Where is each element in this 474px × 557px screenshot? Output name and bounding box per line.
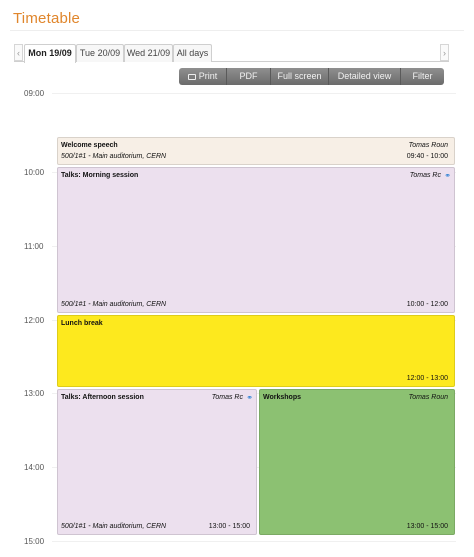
entry-time: 09:40 - 10:00 (406, 153, 448, 160)
print-label: Print (198, 71, 218, 81)
timetable-toolbar: Print PDF Full screen Detailed view Filt… (179, 68, 444, 85)
tab-all-days[interactable]: All days (173, 44, 212, 62)
tab-mon-19-09[interactable]: Mon 19/09 (24, 44, 76, 63)
next-day-arrow-icon[interactable]: › (440, 44, 449, 61)
entry-time: 13:00 - 15:00 (208, 523, 250, 530)
hour-label-1000: 10:00 (24, 168, 45, 177)
tab-wed-21-09[interactable]: Wed 21/09 (124, 44, 173, 62)
paperclip-icon[interactable]: ⚭ (444, 171, 451, 180)
page-title: Timetable (13, 10, 81, 27)
hour-gridline (52, 541, 456, 542)
entry-time: 13:00 - 15:00 (406, 523, 448, 530)
hour-gridline (52, 93, 456, 94)
entry-workshops[interactable]: Workshops Tomas Roun 13:00 - 15:00 (259, 389, 455, 535)
pdf-button[interactable]: PDF (227, 68, 271, 85)
entry-speaker: Tomas Roun (408, 142, 448, 149)
hour-label-0900: 09:00 (24, 89, 45, 98)
detailed-view-button[interactable]: Detailed view (329, 68, 401, 85)
hour-label-1300: 13:00 (24, 389, 45, 398)
full-screen-button[interactable]: Full screen (271, 68, 329, 85)
tab-tue-20-09[interactable]: Tue 20/09 (76, 44, 124, 62)
filter-button[interactable]: Filter (401, 68, 444, 85)
entry-lunch-break[interactable]: Lunch break 12:00 - 13:00 (57, 315, 455, 387)
entry-speaker: Tomas Rc (211, 394, 243, 401)
hour-label-1400: 14:00 (24, 463, 45, 472)
entry-afternoon-session[interactable]: Talks: Afternoon session Tomas Rc ⚭ 500/… (57, 389, 257, 535)
entry-title: Talks: Morning session (61, 172, 139, 179)
hour-label-1200: 12:00 (24, 316, 45, 325)
hour-label-1100: 11:00 (24, 242, 44, 251)
entry-title: Welcome speech (61, 142, 118, 149)
entry-welcome-speech[interactable]: Welcome speech Tomas Roun 500/1#1 - Main… (57, 137, 455, 165)
paperclip-icon[interactable]: ⚭ (246, 393, 253, 402)
entry-room: 500/1#1 - Main auditorium, CERN (61, 523, 167, 530)
entry-title: Lunch break (61, 320, 103, 327)
entry-time: 12:00 - 13:00 (406, 375, 448, 382)
entry-speaker: Tomas Roun (408, 394, 448, 401)
entry-room: 500/1#1 - Main auditorium, CERN (61, 301, 167, 308)
title-divider (10, 30, 464, 31)
prev-day-arrow-icon[interactable]: ‹ (14, 44, 23, 61)
printer-icon (187, 74, 196, 80)
print-button[interactable]: Print (179, 68, 227, 85)
entry-title: Workshops (263, 394, 301, 401)
entry-title: Talks: Afternoon session (61, 394, 144, 401)
entry-time: 10:00 - 12:00 (406, 301, 448, 308)
hour-label-1500: 15:00 (24, 537, 45, 546)
entry-speaker: Tomas Rc (409, 172, 441, 179)
day-tab-bar: ‹ Mon 19/09 Tue 20/09 Wed 21/09 All days… (14, 44, 449, 63)
entry-morning-session[interactable]: Talks: Morning session Tomas Rc ⚭ 500/1#… (57, 167, 455, 313)
entry-room: 500/1#1 - Main auditorium, CERN (61, 153, 167, 160)
